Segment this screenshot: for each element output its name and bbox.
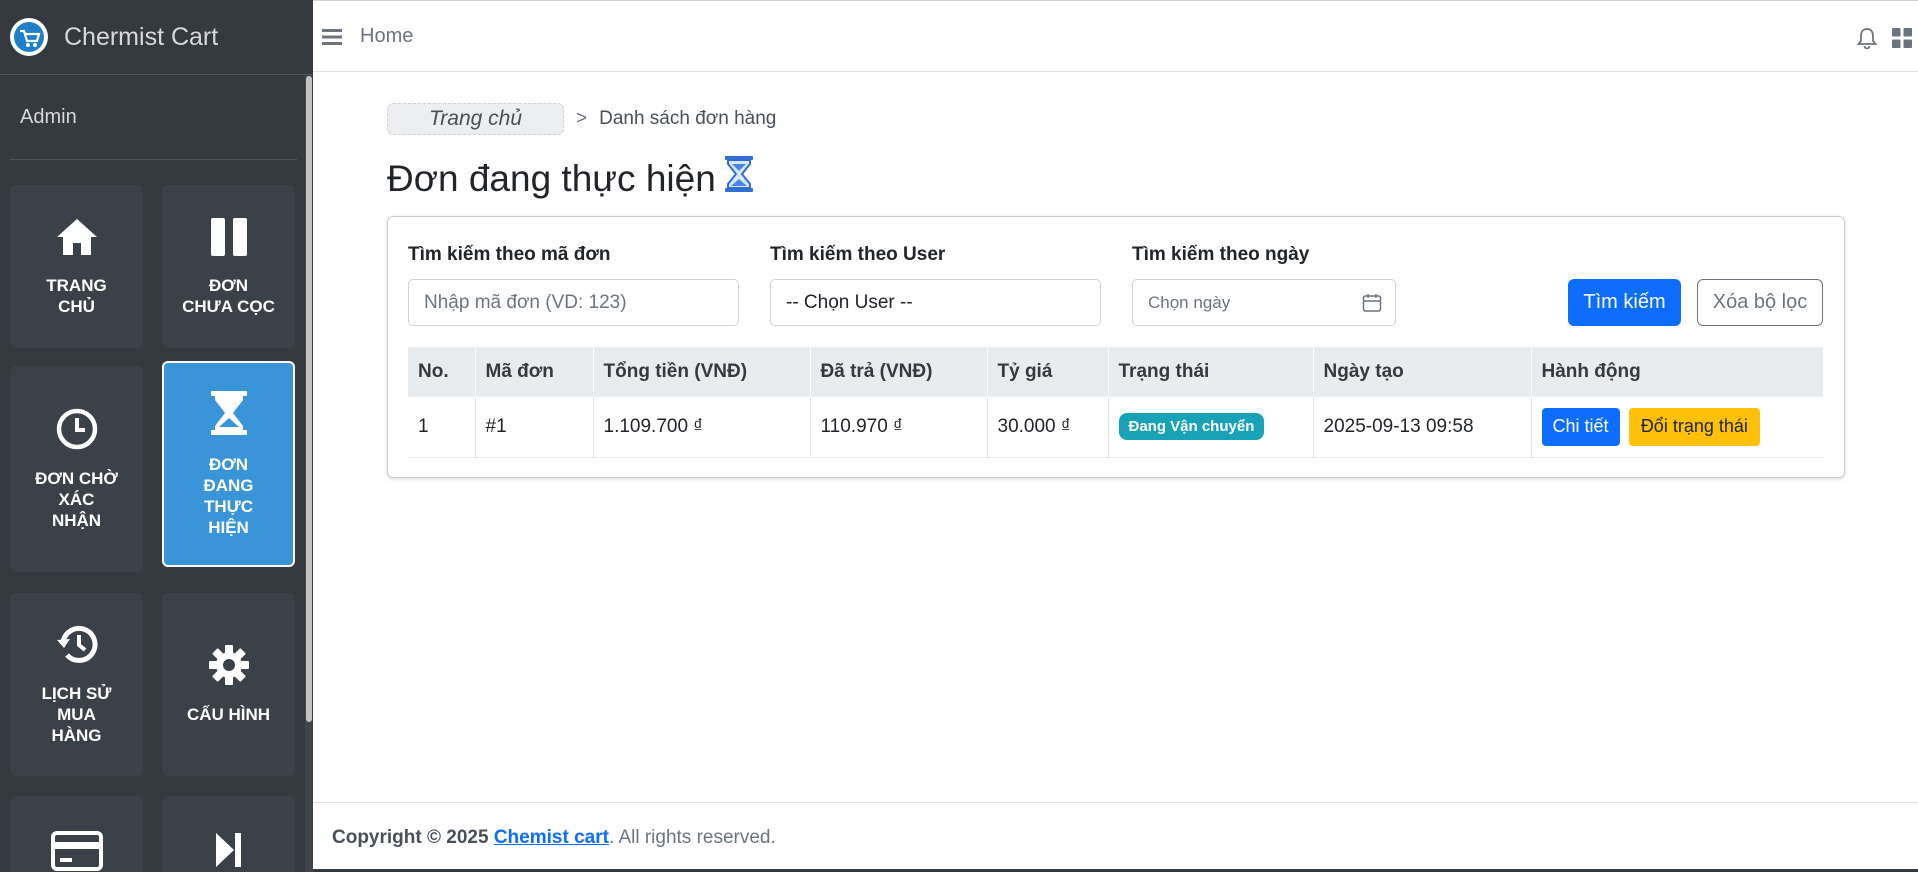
cell-status: Đang Vận chuyển bbox=[1108, 397, 1314, 458]
sidebar: Chermist Cart Admin TRANG CHỦ ĐƠN CHƯA C… bbox=[0, 0, 313, 872]
clear-filters-button[interactable]: Xóa bộ lọc bbox=[1697, 279, 1823, 326]
brand[interactable]: Chermist Cart bbox=[0, 0, 313, 75]
hamburger-menu-icon[interactable] bbox=[322, 28, 342, 51]
clock-icon bbox=[56, 408, 98, 450]
breadcrumb: Trang chủ > Danh sách đơn hàng bbox=[387, 103, 776, 135]
order-code-filter-label: Tìm kiếm theo mã đơn bbox=[408, 244, 611, 265]
table-row: 1 #1 1.109.700 ₫ 110.970 ₫ 30.000 ₫ Đang… bbox=[408, 397, 1823, 458]
cell-actions: Chi tiết Đổi trạng thái bbox=[1531, 397, 1823, 458]
brand-logo-icon bbox=[10, 18, 48, 56]
user-filter-label: Tìm kiếm theo User bbox=[770, 244, 946, 265]
sidebar-tile-in-progress[interactable]: ĐƠN ĐANG THỰC HIỆN bbox=[162, 361, 295, 567]
gear-icon bbox=[208, 644, 250, 686]
date-input[interactable]: Chọn ngày bbox=[1132, 279, 1396, 326]
date-filter-label: Tìm kiếm theo ngày bbox=[1132, 244, 1310, 265]
breadcrumb-home-link[interactable]: Trang chủ bbox=[387, 103, 564, 135]
footer-text: Copyright © 2025 Chemist cart. All right… bbox=[332, 827, 776, 849]
column-header-paid[interactable]: Đã trả (VNĐ) bbox=[810, 347, 988, 397]
cell-created: 2025-09-13 09:58 bbox=[1313, 397, 1532, 458]
calendar-icon[interactable] bbox=[1362, 293, 1382, 318]
history-icon bbox=[55, 623, 99, 665]
breadcrumb-separator: > bbox=[576, 108, 588, 129]
page-title: Đơn đang thực hiện bbox=[387, 156, 754, 201]
hourglass-icon bbox=[724, 156, 754, 201]
column-header-actions: Hành động bbox=[1531, 347, 1823, 397]
page-title-text: Đơn đang thực hiện bbox=[387, 157, 716, 199]
column-header-order-code[interactable]: Mã đơn bbox=[475, 347, 594, 397]
footer-brand-link[interactable]: Chemist cart bbox=[494, 827, 609, 848]
change-status-button[interactable]: Đổi trạng thái bbox=[1628, 407, 1760, 446]
orders-table: No. Mã đơn Tổng tiền (VNĐ) Đã trả (VNĐ) … bbox=[408, 347, 1823, 458]
user-select[interactable]: -- Chọn User -- bbox=[770, 279, 1101, 326]
cell-paid: 110.970 ₫ bbox=[810, 397, 988, 458]
orders-card: Tìm kiếm theo mã đơn Tìm kiếm theo User … bbox=[387, 216, 1845, 478]
column-header-no[interactable]: No. bbox=[408, 347, 476, 397]
user-name: Admin bbox=[20, 105, 77, 128]
order-code-input[interactable] bbox=[408, 279, 739, 326]
sidebar-tile-label: TRANG CHỦ bbox=[46, 275, 107, 316]
sidebar-tile-label: CẤU HÌNH bbox=[186, 705, 271, 724]
sidebar-scrollbar-thumb[interactable] bbox=[306, 76, 312, 722]
pause-icon bbox=[209, 217, 249, 257]
user-panel[interactable]: Admin bbox=[10, 75, 297, 160]
user-select-value: -- Chọn User -- bbox=[786, 291, 913, 313]
search-button[interactable]: Tìm kiếm bbox=[1568, 279, 1681, 326]
column-header-rate[interactable]: Tỷ giá bbox=[987, 347, 1109, 397]
hourglass-icon bbox=[209, 390, 249, 436]
sidebar-tile-home[interactable]: TRANG CHỦ bbox=[10, 185, 143, 348]
sidebar-tile-settings[interactable]: CẤU HÌNH bbox=[162, 593, 295, 776]
sidebar-tile-purchase-history[interactable]: LỊCH SỬ MUA HÀNG bbox=[10, 593, 143, 776]
breadcrumb-current: Danh sách đơn hàng bbox=[599, 108, 777, 129]
brand-name: Chermist Cart bbox=[64, 22, 219, 51]
top-navbar: Home bbox=[313, 0, 1918, 72]
skip-forward-icon bbox=[214, 831, 244, 869]
sidebar-tile-label: LỊCH SỬ MUA HÀNG bbox=[41, 684, 112, 745]
credit-card-icon bbox=[50, 831, 103, 871]
home-icon bbox=[55, 217, 99, 257]
sidebar-tile-next[interactable] bbox=[162, 796, 295, 872]
sidebar-tile-label: ĐƠN CHƯA CỌC bbox=[182, 275, 275, 316]
cell-rate: 30.000 ₫ bbox=[987, 397, 1109, 458]
column-header-total[interactable]: Tổng tiền (VNĐ) bbox=[593, 347, 811, 397]
date-input-placeholder: Chọn ngày bbox=[1148, 292, 1231, 312]
sidebar-tile-payment[interactable] bbox=[10, 796, 143, 872]
footer: Copyright © 2025 Chemist cart. All right… bbox=[313, 802, 1918, 872]
status-badge: Đang Vận chuyển bbox=[1118, 413, 1265, 441]
apps-grid-icon[interactable] bbox=[1892, 28, 1912, 53]
table-header-row: No. Mã đơn Tổng tiền (VNĐ) Đã trả (VNĐ) … bbox=[408, 347, 1823, 397]
bell-icon[interactable] bbox=[1856, 27, 1878, 54]
cell-order-code: #1 bbox=[475, 397, 594, 458]
sidebar-tile-label: ĐƠN ĐANG THỰC HIỆN bbox=[203, 455, 254, 537]
sidebar-tile-pending-confirmation[interactable]: ĐƠN CHỜ XÁC NHẬN bbox=[10, 366, 143, 572]
cell-no: 1 bbox=[408, 397, 476, 458]
cell-total: 1.109.700 ₫ bbox=[593, 397, 811, 458]
detail-button[interactable]: Chi tiết bbox=[1541, 407, 1620, 446]
column-header-status[interactable]: Trạng thái bbox=[1108, 347, 1314, 397]
footer-rights: . All rights reserved. bbox=[608, 827, 776, 848]
sidebar-tile-unpaid-deposit[interactable]: ĐƠN CHƯA CỌC bbox=[162, 185, 295, 348]
nav-home-link[interactable]: Home bbox=[360, 25, 413, 48]
main-content: Trang chủ > Danh sách đơn hàng Đơn đang … bbox=[313, 72, 1918, 802]
column-header-created[interactable]: Ngày tạo bbox=[1313, 347, 1532, 397]
sidebar-tile-label: ĐƠN CHỜ XÁC NHẬN bbox=[35, 468, 118, 530]
footer-copyright: Copyright © 2025 bbox=[332, 827, 489, 848]
